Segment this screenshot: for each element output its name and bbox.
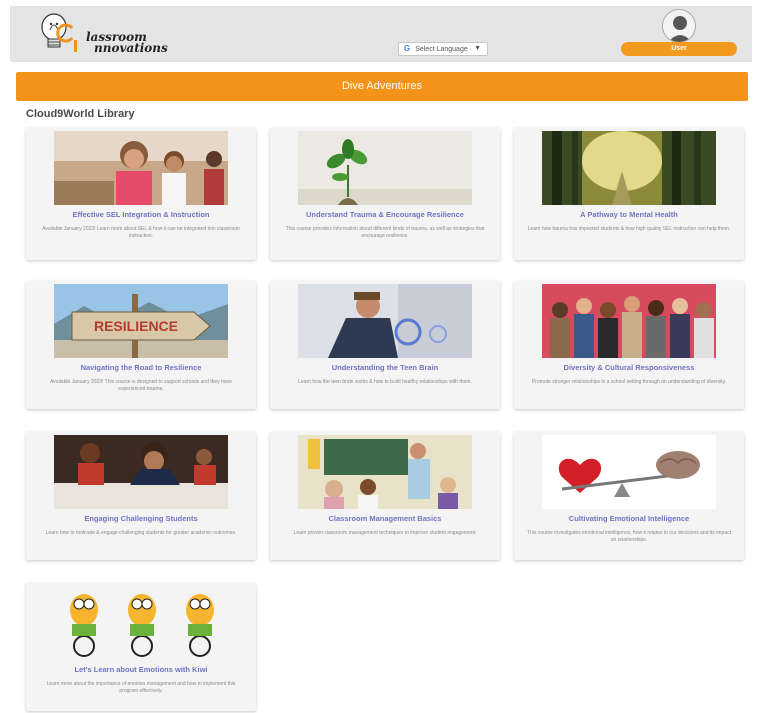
- course-thumbnail: [54, 586, 228, 660]
- course-description: Learn proven classroom management techni…: [293, 530, 477, 536]
- course-title[interactable]: Understanding the Teen Brain: [274, 363, 496, 372]
- course-title[interactable]: Engaging Challenging Students: [30, 514, 252, 523]
- classroom-innovations-logo[interactable]: lassroom nnovations: [38, 10, 168, 60]
- course-description: Learn how the teen brain works & how to …: [298, 379, 472, 385]
- google-translate-icon: G: [404, 44, 411, 53]
- course-card[interactable]: Effective SEL Integration & Instruction …: [26, 128, 256, 260]
- logo-text-line2: nnovations: [94, 41, 168, 55]
- course-title[interactable]: Cultivating Emotional Intelligence: [518, 514, 740, 523]
- course-thumbnail: [542, 131, 716, 205]
- course-thumbnail: [298, 131, 472, 205]
- course-title[interactable]: Classroom Management Basics: [274, 514, 496, 523]
- course-card[interactable]: Let's Learn about Emotions with Kiwi Lea…: [26, 583, 256, 711]
- course-card[interactable]: Cultivating Emotional Intelligence This …: [514, 432, 744, 560]
- course-card[interactable]: A Pathway to Mental Health Learn how tra…: [514, 128, 744, 260]
- course-title[interactable]: A Pathway to Mental Health: [518, 210, 740, 219]
- library-title: Cloud9World Library: [26, 108, 135, 120]
- course-description: Promote stronger relationships in a scho…: [531, 379, 727, 385]
- course-thumbnail: [298, 284, 472, 358]
- course-thumbnail: [298, 435, 472, 509]
- top-bar: lassroom nnovations G Select Language ▼ …: [10, 6, 752, 62]
- course-card[interactable]: Engaging Challenging Students Learn how …: [26, 432, 256, 560]
- language-select[interactable]: G Select Language ▼: [398, 42, 488, 56]
- resilience-sign-text: RESILIENCE: [94, 318, 178, 334]
- course-title[interactable]: Diversity & Cultural Responsiveness: [518, 363, 740, 372]
- course-card[interactable]: Understand Trauma & Encourage Resilience…: [270, 128, 500, 260]
- user-button[interactable]: User: [621, 42, 737, 56]
- course-card[interactable]: Diversity & Cultural Responsiveness Prom…: [514, 281, 744, 409]
- course-description: Learn how trauma has impacted students &…: [527, 226, 731, 232]
- course-title[interactable]: Understand Trauma & Encourage Resilience: [274, 210, 496, 219]
- course-description: Available January 2023! Learn more about…: [42, 226, 240, 239]
- course-title[interactable]: Navigating the Road to Resilience: [30, 363, 252, 372]
- chevron-down-icon: ▼: [474, 45, 481, 52]
- course-description: This course provides information about d…: [285, 226, 485, 239]
- language-select-label: Select Language: [415, 46, 468, 53]
- course-description: Learn how to motivate & engage challengi…: [45, 530, 237, 536]
- course-thumbnail: [542, 435, 716, 509]
- course-description: Available January 2023! This course is d…: [50, 379, 232, 392]
- course-thumbnail: RESILIENCE: [54, 284, 228, 358]
- course-description: Learn more about the importance of emoti…: [46, 681, 236, 694]
- course-title[interactable]: Let's Learn about Emotions with Kiwi: [30, 665, 252, 674]
- course-thumbnail: [54, 131, 228, 205]
- dive-adventures-banner[interactable]: Dive Adventures: [16, 72, 748, 101]
- course-thumbnail: [542, 284, 716, 358]
- course-card[interactable]: Understanding the Teen Brain Learn how t…: [270, 281, 500, 409]
- course-card[interactable]: Classroom Management Basics Learn proven…: [270, 432, 500, 560]
- user-silhouette-icon: [668, 16, 692, 42]
- user-avatar[interactable]: [662, 9, 696, 43]
- course-thumbnail: [54, 435, 228, 509]
- course-title[interactable]: Effective SEL Integration & Instruction: [30, 210, 252, 219]
- course-description: This course investigates emotional intel…: [527, 530, 731, 543]
- logo-text: lassroom nnovations: [86, 31, 168, 55]
- course-card[interactable]: RESILIENCE Navigating the Road to Resili…: [26, 281, 256, 409]
